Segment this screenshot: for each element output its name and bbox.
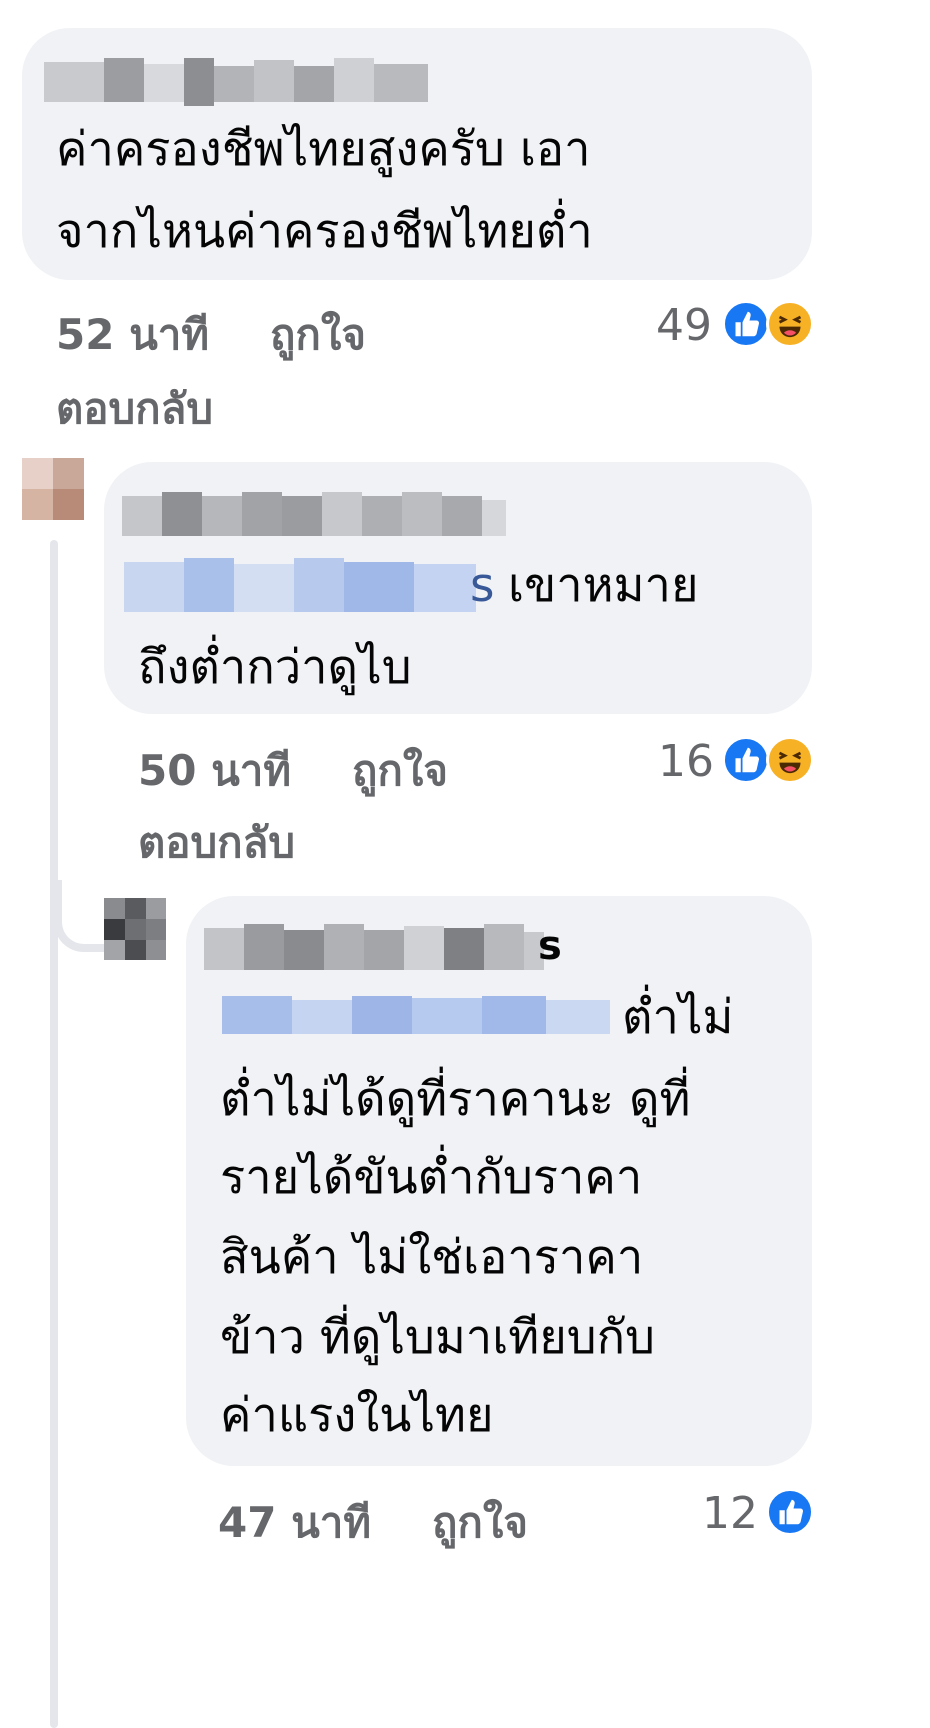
haha-icon[interactable] [766, 300, 814, 348]
author-name-blurred[interactable] [204, 924, 544, 976]
reply-button[interactable]: ตอบกลับ [56, 376, 213, 442]
comment-bubble: s ต่ำไม่ ต่ำไม่ได้ดูที่ราคานะ ดูที่ รายไ… [186, 896, 812, 1466]
comment-text-line: ถึงต่ำกว่าดูไบ [138, 640, 412, 695]
like-button[interactable]: ถูกใจ [270, 302, 366, 368]
reaction-count[interactable]: 16 [658, 736, 714, 787]
comment-bubble: ค่าครองชีพไทยสูงครับ เอา จากไหนค่าครองชี… [22, 28, 812, 280]
mention-tag-blurred[interactable] [222, 996, 610, 1036]
comment-timestamp[interactable]: 52 นาที [56, 302, 209, 368]
reply-connector [54, 880, 104, 952]
mention-tag-blurred[interactable] [124, 558, 476, 616]
reply-button[interactable]: ตอบกลับ [138, 810, 295, 876]
like-icon[interactable] [722, 300, 770, 348]
like-button[interactable]: ถูกใจ [432, 1490, 528, 1556]
comment-text-line: ค่าครองชีพไทยสูงครับ เอา [56, 122, 591, 177]
reaction-count[interactable]: 12 [702, 1488, 758, 1539]
comment-text-line: ต่ำไม่ [622, 990, 734, 1045]
author-name-suffix[interactable]: s [538, 902, 562, 990]
comment-text-line: ต่ำไม่ได้ดูที่ราคานะ ดูที่ [220, 1072, 691, 1127]
avatar[interactable] [104, 898, 166, 960]
avatar[interactable] [22, 458, 84, 520]
haha-icon[interactable] [766, 736, 814, 784]
comment-text-line: ค่าแรงในไทย [220, 1388, 494, 1443]
comment-text-line: สินค้า ไม่ใช่เอาราคา [220, 1230, 644, 1285]
like-icon[interactable] [722, 736, 770, 784]
comment-timestamp[interactable]: 47 นาที [218, 1490, 371, 1556]
like-icon[interactable] [766, 1488, 814, 1536]
reaction-count[interactable]: 49 [656, 300, 712, 351]
mention-tag-suffix[interactable]: s [470, 542, 495, 630]
comment-text-line: รายได้ขันต่ำกับราคา [220, 1150, 643, 1205]
author-name-blurred[interactable] [44, 58, 428, 108]
reply-thread-line [50, 540, 58, 1728]
like-button[interactable]: ถูกใจ [352, 738, 448, 804]
comment-bubble: s เขาหมาย ถึงต่ำกว่าดูไบ [104, 462, 812, 714]
author-name-blurred[interactable] [122, 490, 506, 542]
comment-text-line: ข้าว ที่ดูไบมาเทียบกับ [220, 1310, 655, 1365]
comment-timestamp[interactable]: 50 นาที [138, 738, 291, 804]
comment-text-line: เขาหมาย [508, 558, 699, 613]
comment-text-line: จากไหนค่าครองชีพไทยต่ำ [56, 204, 593, 259]
